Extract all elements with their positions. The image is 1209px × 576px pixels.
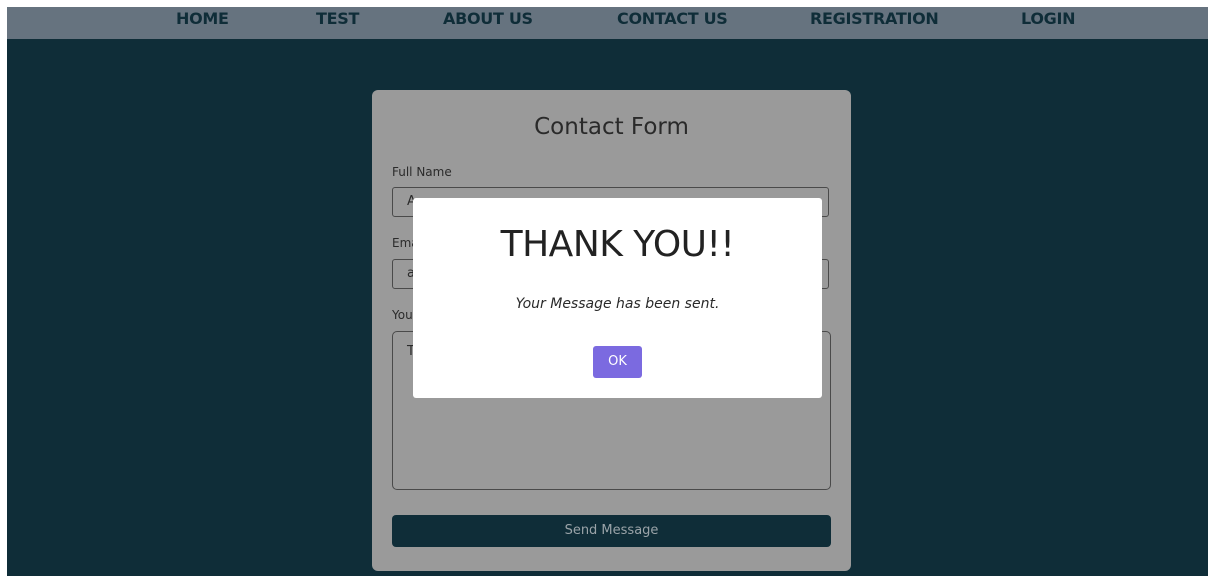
nav-about-us[interactable]: ABOUT US	[443, 9, 533, 28]
nav-home[interactable]: HOME	[176, 9, 229, 28]
nav-login[interactable]: LOGIN	[1021, 9, 1076, 28]
message-label: You	[392, 308, 413, 322]
ok-button[interactable]: OK	[593, 346, 642, 378]
page-frame: HOME TEST ABOUT US CONTACT US REGISTRATI…	[7, 7, 1208, 576]
modal-title: THANK YOU!!	[500, 224, 735, 265]
nav-test[interactable]: TEST	[316, 9, 359, 28]
top-navbar: HOME TEST ABOUT US CONTACT US REGISTRATI…	[7, 7, 1208, 39]
full-name-label: Full Name	[392, 165, 452, 179]
contact-form-title: Contact Form	[534, 114, 689, 140]
nav-registration[interactable]: REGISTRATION	[810, 9, 939, 28]
thank-you-modal: THANK YOU!! Your Message has been sent. …	[413, 198, 822, 398]
send-message-button[interactable]: Send Message	[392, 515, 831, 547]
nav-contact-us[interactable]: CONTACT US	[617, 9, 728, 28]
modal-message: Your Message has been sent.	[515, 296, 720, 312]
